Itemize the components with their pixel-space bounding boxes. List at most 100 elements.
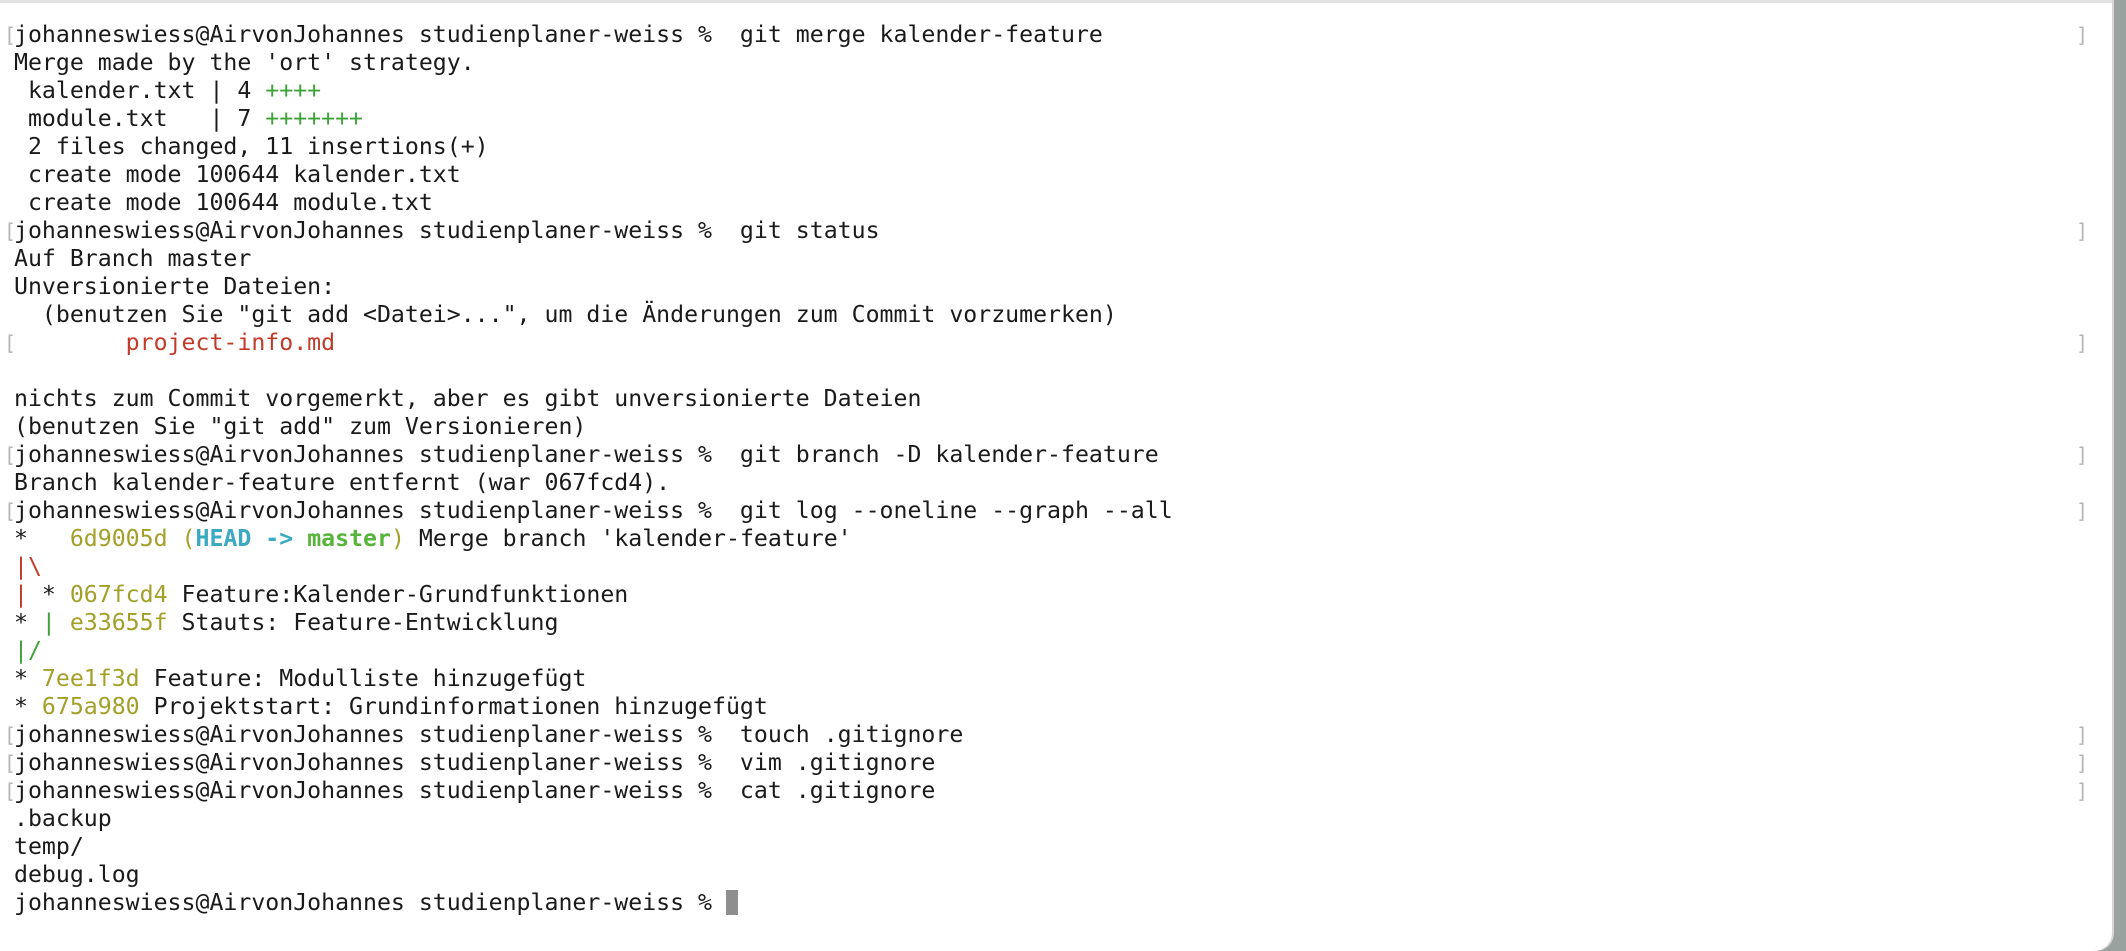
diffstat-file: module.txt | 7: [14, 105, 266, 132]
log-graph-part: e33655f: [69, 609, 182, 636]
log-graph-part: Merge branch 'kalender-feature': [404, 525, 852, 552]
terminal-window[interactable]: [johanneswiess@AirvonJohannes studienpla…: [0, 0, 2112, 951]
log-graph-part: *: [41, 581, 70, 608]
log-graph-part: ): [390, 525, 405, 552]
command-text: git branch -D kalender-feature: [725, 441, 1159, 468]
diffstat-insertions: +++++++: [265, 105, 364, 132]
output-text: Auf Branch master: [14, 245, 252, 272]
terminal-line: * | e33655f Stauts: Feature-Entwicklung: [14, 609, 2088, 637]
terminal-line: 2 files changed, 11 insertions(+): [14, 133, 2088, 161]
terminal-line: |\: [14, 553, 2088, 581]
line-mark-left: [: [4, 23, 17, 47]
log-graph-part: Feature: Modulliste hinzugefügt: [153, 665, 587, 692]
log-graph-part: |\: [14, 553, 42, 580]
log-graph-part: *: [14, 609, 42, 636]
log-graph-part: 675a980: [41, 693, 154, 720]
output-text: debug.log: [14, 861, 140, 888]
terminal-line: Unversionierte Dateien:: [14, 273, 2088, 301]
log-graph-part: Feature:Kalender-Grundfunktionen: [181, 581, 629, 608]
output-text: Branch kalender-feature entfernt (war 06…: [14, 469, 671, 496]
output-text: .backup: [14, 805, 112, 832]
terminal-line: * 6d9005d (HEAD -> master) Merge branch …: [14, 525, 2088, 553]
terminal-line: kalender.txt | 4 ++++: [14, 77, 2088, 105]
output-text: nichts zum Commit vorgemerkt, aber es gi…: [14, 385, 922, 412]
line-mark-right: ]: [2075, 443, 2088, 467]
command-text: vim .gitignore: [725, 749, 936, 776]
log-graph-part: *: [14, 525, 70, 552]
log-graph-part: |: [41, 609, 70, 636]
shell-prompt: johanneswiess@AirvonJohannes studienplan…: [14, 217, 726, 244]
terminal-line: * 675a980 Projektstart: Grundinformation…: [14, 693, 2088, 721]
output-text: (benutzen Sie "git add <Datei>...", um d…: [14, 301, 1117, 328]
terminal-line: [johanneswiess@AirvonJohannes studienpla…: [4, 441, 2088, 469]
terminal-line: temp/: [14, 833, 2088, 861]
terminal-line: [johanneswiess@AirvonJohannes studienpla…: [4, 777, 2088, 805]
terminal-line: [ project-info.md]: [4, 329, 2088, 357]
command-text: cat .gitignore: [725, 777, 936, 804]
terminal-line: johanneswiess@AirvonJohannes studienplan…: [14, 889, 2088, 917]
shell-prompt: johanneswiess@AirvonJohannes studienplan…: [14, 777, 726, 804]
log-graph-part: *: [14, 665, 42, 692]
line-mark-right: ]: [2075, 331, 2088, 355]
log-graph-part: Stauts: Feature-Entwicklung: [181, 609, 559, 636]
log-graph-part: |/: [14, 637, 42, 664]
terminal-line: [johanneswiess@AirvonJohannes studienpla…: [4, 21, 2088, 49]
output-text: create mode 100644 module.txt: [14, 189, 433, 216]
log-graph-part: Projektstart: Grundinformationen hinzuge…: [153, 693, 768, 720]
terminal-line: |/: [14, 637, 2088, 665]
line-mark-left: [: [4, 219, 17, 243]
diffstat-insertions: ++++: [265, 77, 322, 104]
command-text: touch .gitignore: [725, 721, 964, 748]
terminal-line: create mode 100644 kalender.txt: [14, 161, 2088, 189]
log-graph-part: 067fcd4: [69, 581, 182, 608]
terminal-line: debug.log: [14, 861, 2088, 889]
log-graph-part: |: [14, 581, 42, 608]
line-mark-left: [: [4, 443, 17, 467]
terminal-line: create mode 100644 module.txt: [14, 189, 2088, 217]
terminal-line: .backup: [14, 805, 2088, 833]
terminal-line: [johanneswiess@AirvonJohannes studienpla…: [4, 497, 2088, 525]
shell-prompt: johanneswiess@AirvonJohannes studienplan…: [14, 721, 726, 748]
shell-prompt: johanneswiess@AirvonJohannes studienplan…: [14, 441, 726, 468]
output-text: temp/: [14, 833, 84, 860]
log-graph-part: *: [14, 693, 42, 720]
line-mark-left: [: [4, 779, 17, 803]
terminal-line: | * 067fcd4 Feature:Kalender-Grundfunkti…: [14, 581, 2088, 609]
terminal-line: Merge made by the 'ort' strategy.: [14, 49, 2088, 77]
command-text: git merge kalender-feature: [725, 21, 1103, 48]
line-mark-right: ]: [2075, 751, 2088, 775]
shell-prompt: johanneswiess@AirvonJohannes studienplan…: [14, 497, 726, 524]
line-mark-left: [: [4, 723, 17, 747]
log-graph-part: master: [307, 525, 391, 552]
output-text: create mode 100644 kalender.txt: [14, 161, 461, 188]
terminal-line: Auf Branch master: [14, 245, 2088, 273]
line-mark-right: ]: [2075, 723, 2088, 747]
terminal-line: [johanneswiess@AirvonJohannes studienpla…: [4, 217, 2088, 245]
log-graph-part: HEAD ->: [195, 525, 308, 552]
output-text: (benutzen Sie "git add" zum Versionieren…: [14, 413, 587, 440]
terminal-line: [johanneswiess@AirvonJohannes studienpla…: [4, 749, 2088, 777]
text-cursor[interactable]: [725, 890, 738, 915]
output-text: 2 files changed, 11 insertions(+): [14, 133, 489, 160]
line-mark-left: [: [4, 331, 17, 355]
terminal-output[interactable]: [johanneswiess@AirvonJohannes studienpla…: [4, 21, 2088, 951]
shell-prompt: johanneswiess@AirvonJohannes studienplan…: [14, 21, 726, 48]
terminal-line: * 7ee1f3d Feature: Modulliste hinzugefüg…: [14, 665, 2088, 693]
line-mark-right: ]: [2075, 499, 2088, 523]
terminal-line: (benutzen Sie "git add <Datei>...", um d…: [14, 301, 2088, 329]
line-mark-left: [: [4, 499, 17, 523]
command-text: git log --oneline --graph --all: [725, 497, 1173, 524]
terminal-line: Branch kalender-feature entfernt (war 06…: [14, 469, 2088, 497]
line-mark-left: [: [4, 751, 17, 775]
shell-prompt: johanneswiess@AirvonJohannes studienplan…: [14, 749, 726, 776]
line-mark-right: ]: [2075, 219, 2088, 243]
untracked-file: project-info.md: [14, 329, 336, 356]
output-text: Unversionierte Dateien:: [14, 273, 336, 300]
diffstat-file: kalender.txt | 4: [14, 77, 266, 104]
shell-prompt: johanneswiess@AirvonJohannes studienplan…: [14, 889, 726, 916]
terminal-line: module.txt | 7 +++++++: [14, 105, 2088, 133]
command-text: git status: [725, 217, 880, 244]
terminal-line: (benutzen Sie "git add" zum Versionieren…: [14, 413, 2088, 441]
line-mark-right: ]: [2075, 23, 2088, 47]
